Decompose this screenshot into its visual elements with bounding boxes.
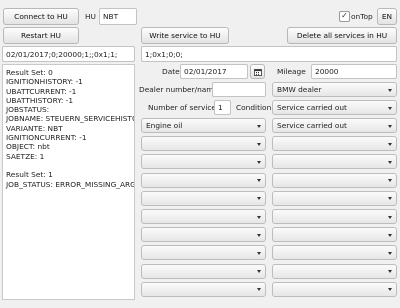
chevron-down-icon <box>257 197 261 201</box>
chevron-down-icon <box>388 160 392 164</box>
ontop-label: onTop <box>351 12 373 21</box>
chevron-down-icon <box>257 270 261 274</box>
condition-select-row-10[interactable] <box>272 281 397 297</box>
write-service-button[interactable]: Write service to HU <box>141 27 229 44</box>
connect-button[interactable]: Connect to HU <box>3 8 79 25</box>
service-select-row-9[interactable] <box>141 263 266 279</box>
chevron-down-icon <box>388 233 392 237</box>
service-select-row-7[interactable] <box>141 227 266 243</box>
chevron-down-icon <box>388 251 392 255</box>
delete-services-button[interactable]: Delete all services in HU <box>287 27 397 44</box>
chevron-down-icon <box>257 160 261 164</box>
chevron-down-icon <box>257 142 261 146</box>
result-line: UBATTCURRENT: -1 <box>6 86 77 96</box>
service-select-value: Engine oil <box>146 121 183 130</box>
date-input[interactable]: 02/01/2017 <box>180 64 248 79</box>
condition-select-row-5[interactable] <box>272 190 397 206</box>
result-line: JOBNAME: STEUERN_SERVICEHISTORY_ <box>6 114 134 124</box>
chevron-down-icon <box>388 106 392 110</box>
chevron-down-icon <box>257 233 261 237</box>
condition-select-row-8[interactable] <box>272 245 397 261</box>
result-line: JOB_STATUS: ERROR_MISSING_ARGUM <box>6 179 135 189</box>
calendar-button[interactable] <box>250 64 265 79</box>
condition-select-row-7[interactable] <box>272 227 397 243</box>
results-panel: Result Set: 0 IGNITIONHISTORY: -1 UBATTCUR… <box>2 64 135 300</box>
result-line: IGNITIONCURRENT: -1 <box>6 133 87 143</box>
result-line <box>6 161 134 170</box>
service-select-row-6[interactable] <box>141 209 266 224</box>
condition-select-row-1[interactable]: Service carried out <box>272 118 397 133</box>
result-line: UBATTHISTORY: -1 <box>6 95 74 105</box>
condition-label: Condition <box>236 103 272 112</box>
date-label: Date <box>162 67 180 76</box>
chevron-down-icon <box>257 179 261 183</box>
chevron-down-icon <box>388 179 392 183</box>
dealer-type-value: BMW dealer <box>277 85 322 94</box>
condition-select-row-4[interactable] <box>272 172 397 188</box>
hu-label: HU <box>85 12 96 21</box>
chevron-down-icon <box>388 215 392 219</box>
result-line: Result Set: 1 <box>6 170 53 180</box>
calendar-icon <box>253 68 262 76</box>
condition-select-row-9[interactable] <box>272 263 397 279</box>
chevron-down-icon <box>388 197 392 201</box>
service-select-row-3[interactable] <box>141 154 266 170</box>
condition-select-row-3[interactable] <box>272 154 397 170</box>
chevron-down-icon <box>257 124 261 128</box>
ontop-checkbox[interactable]: ✓ <box>339 11 350 22</box>
raw-data-right-field[interactable]: 1;0x1;0;0; <box>141 46 397 62</box>
service-select-row-4[interactable] <box>141 172 266 188</box>
services-count-input[interactable]: 1 <box>214 100 231 115</box>
chevron-down-icon <box>388 142 392 146</box>
result-line: VARIANTE: NBT <box>6 123 63 133</box>
chevron-down-icon <box>257 288 261 292</box>
result-line: SAETZE: 1 <box>6 151 45 161</box>
language-button[interactable]: EN <box>377 8 397 25</box>
result-line: IGNITIONHISTORY: -1 <box>6 77 83 87</box>
service-select-row-8[interactable] <box>141 245 266 261</box>
condition-select-row-2[interactable] <box>272 136 397 152</box>
service-select-row-10[interactable] <box>141 281 266 297</box>
services-count-label: Number of services <box>148 103 220 112</box>
condition-select[interactable]: Service carried out <box>272 100 397 115</box>
dealer-input[interactable] <box>212 82 266 97</box>
mileage-input[interactable]: 20000 <box>311 64 397 79</box>
hu-input[interactable]: NBT <box>99 8 137 25</box>
chevron-down-icon <box>388 124 392 128</box>
mileage-label: Mileage <box>277 67 306 76</box>
raw-data-left-field[interactable]: 02/01/2017;0;20000;1;;0x1;1; <box>2 46 135 62</box>
dealer-label: Dealer number/name <box>139 85 219 94</box>
condition-select-value: Service carried out <box>277 121 347 130</box>
restart-button[interactable]: Restart HU <box>3 27 79 44</box>
dealer-type-select[interactable]: BMW dealer <box>272 82 397 97</box>
condition-value: Service carried out <box>277 103 347 112</box>
result-line: JOBSTATUS: <box>6 105 50 115</box>
service-select-row-1[interactable]: Engine oil <box>141 118 266 133</box>
chevron-down-icon <box>388 288 392 292</box>
chevron-down-icon <box>388 88 392 92</box>
service-select-row-2[interactable] <box>141 136 266 152</box>
service-select-row-5[interactable] <box>141 190 266 206</box>
chevron-down-icon <box>388 270 392 274</box>
chevron-down-icon <box>257 215 261 219</box>
result-line: Result Set: 0 <box>6 68 53 77</box>
checkmark-icon: ✓ <box>339 11 350 22</box>
condition-select-row-6[interactable] <box>272 209 397 224</box>
chevron-down-icon <box>257 251 261 255</box>
result-line: OBJECT: nbt <box>6 142 50 152</box>
